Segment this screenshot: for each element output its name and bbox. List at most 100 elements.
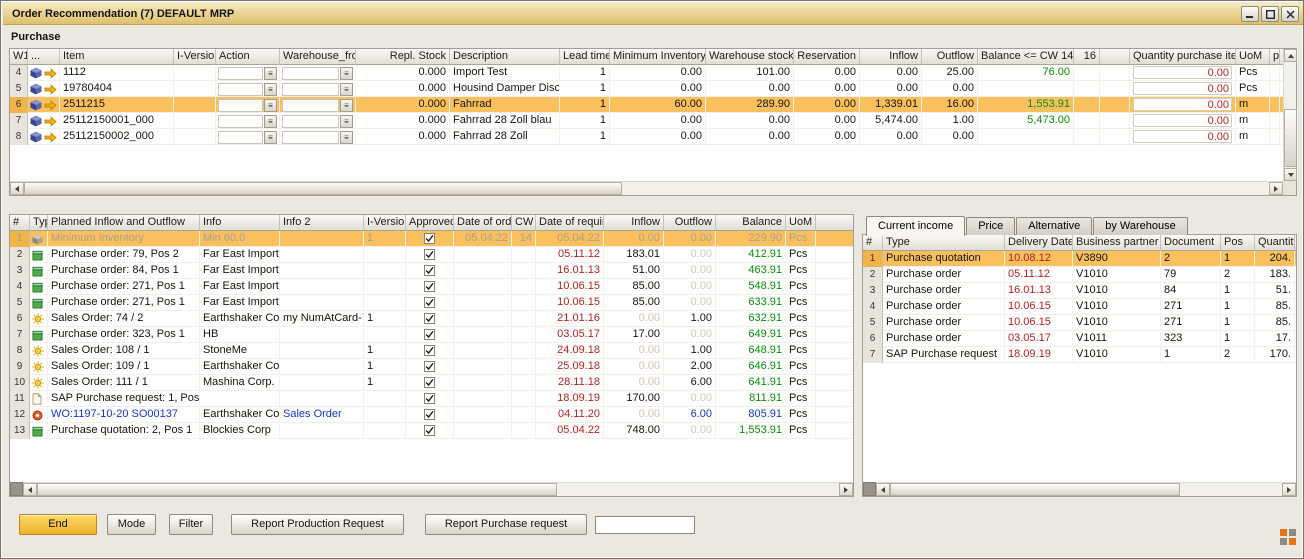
- maximize-button[interactable]: [1261, 6, 1279, 22]
- column-header-outflow[interactable]: Outflow: [664, 215, 716, 231]
- column-header-planned-document[interactable]: Planned Inflow and Outflow: [48, 215, 200, 231]
- column-header-balance[interactable]: Balance <= CW 14: [978, 49, 1074, 65]
- horizontal-scroll-thumb[interactable]: [24, 182, 622, 195]
- quantity-input[interactable]: 0.00: [1133, 130, 1232, 143]
- column-header-row-number[interactable]: #: [863, 235, 883, 251]
- tab-price[interactable]: Price: [966, 217, 1015, 235]
- planned-row[interactable]: 5Purchase order: 271, Pos 1Far East Impo…: [10, 295, 853, 311]
- action-choose-button[interactable]: ≡: [264, 115, 277, 128]
- warehouse-from-input[interactable]: [282, 115, 339, 128]
- action-choose-button[interactable]: ≡: [264, 83, 277, 96]
- scroll-left-button[interactable]: [23, 483, 37, 496]
- quantity-input[interactable]: 0.00: [1133, 66, 1232, 79]
- column-header-uom[interactable]: UoM: [786, 215, 816, 231]
- end-button[interactable]: End: [19, 514, 97, 535]
- column-header-date-of-requirement[interactable]: Date of requirement: [536, 215, 604, 231]
- planned-row[interactable]: 2Purchase order: 79, Pos 2Far East Impor…: [10, 247, 853, 263]
- warehouse-from-input[interactable]: [282, 67, 339, 80]
- planned-row[interactable]: 11SAP Purchase request: 1, Pos 218.09.19…: [10, 391, 853, 407]
- planned-horizontal-scrollbar[interactable]: [23, 482, 853, 496]
- window-titlebar[interactable]: Order Recommendation (7) DEFAULT MRP: [3, 3, 1303, 25]
- scroll-left-button[interactable]: [876, 483, 890, 496]
- approved-checkbox[interactable]: [424, 393, 435, 404]
- approved-checkbox[interactable]: [424, 345, 435, 356]
- mode-button[interactable]: Mode: [107, 514, 156, 535]
- approved-checkbox[interactable]: [424, 265, 435, 276]
- planned-row[interactable]: 6Sales Order: 74 / 2Earthshaker Cormy Nu…: [10, 311, 853, 327]
- report-production-request-button[interactable]: Report Production Request: [231, 514, 404, 535]
- planned-row[interactable]: 12WO:1197-10-20 SO00137Earthshaker CorSa…: [10, 407, 853, 423]
- column-header-i-version[interactable]: I-Version: [364, 215, 406, 231]
- column-header-warehouse-stock[interactable]: Warehouse stock: [706, 49, 794, 65]
- scroll-down-button[interactable]: [1284, 168, 1297, 181]
- item-row[interactable]: 519780404≡≡0.000Housind Damper Disc M10.…: [10, 81, 1283, 97]
- column-header-type-icon[interactable]: Typ: [30, 215, 48, 231]
- income-row[interactable]: 7SAP Purchase request18.09.19V101012170.: [863, 347, 1296, 363]
- action-input[interactable]: [218, 115, 263, 128]
- planned-row[interactable]: 1Minimum InventoryMin 60.0105.04.221405.…: [10, 231, 853, 247]
- warehouse-from-input[interactable]: [282, 131, 339, 144]
- layout-grid-icon[interactable]: [1280, 529, 1296, 545]
- column-header-business-partner[interactable]: Business partner: [1073, 235, 1161, 251]
- column-header-info2[interactable]: Info 2: [280, 215, 364, 231]
- approved-checkbox[interactable]: [424, 409, 435, 420]
- column-header-repl-stock[interactable]: Repl. Stock: [356, 49, 450, 65]
- column-header-cw[interactable]: CW: [512, 215, 536, 231]
- action-choose-button[interactable]: ≡: [264, 131, 277, 144]
- column-header-balance[interactable]: Balance: [716, 215, 786, 231]
- filter-button[interactable]: Filter: [169, 514, 213, 535]
- minimize-button[interactable]: [1241, 6, 1259, 22]
- quantity-input[interactable]: 0.00: [1133, 82, 1232, 95]
- items-vertical-scrollbar[interactable]: [1283, 49, 1296, 181]
- action-input[interactable]: [218, 83, 263, 96]
- column-header-outflow[interactable]: Outflow: [922, 49, 978, 65]
- item-row[interactable]: 825112150002_000≡≡0.000Fahrrad 28 Zoll10…: [10, 129, 1283, 145]
- column-header-pos[interactable]: Pos: [1221, 235, 1255, 251]
- column-header-info[interactable]: Info: [200, 215, 280, 231]
- vertical-scroll-thumb[interactable]: [1284, 109, 1297, 167]
- warehouse-from-choose-button[interactable]: ≡: [340, 99, 353, 112]
- action-choose-button[interactable]: ≡: [264, 99, 277, 112]
- report-purchase-request-button[interactable]: Report Purchase request: [425, 514, 587, 535]
- income-horizontal-scrollbar[interactable]: [876, 482, 1296, 496]
- quantity-input[interactable]: 0.00: [1133, 98, 1232, 111]
- approved-checkbox[interactable]: [424, 281, 435, 292]
- scroll-left-button[interactable]: [10, 182, 24, 195]
- column-header-item-code[interactable]: Item: [60, 49, 174, 65]
- column-header-item-icons[interactable]: ...: [28, 49, 60, 65]
- footer-text-input[interactable]: [595, 516, 695, 534]
- warehouse-from-choose-button[interactable]: ≡: [340, 115, 353, 128]
- planned-row[interactable]: 13Purchase quotation: 2, Pos 1Blockies C…: [10, 423, 853, 439]
- tab-current-income[interactable]: Current income: [866, 216, 965, 236]
- close-button[interactable]: [1281, 6, 1299, 22]
- approved-checkbox[interactable]: [424, 425, 435, 436]
- income-row[interactable]: 2Purchase order05.11.12V1010792183.: [863, 267, 1296, 283]
- column-header-lead-time[interactable]: Lead time: [560, 49, 610, 65]
- warehouse-from-choose-button[interactable]: ≡: [340, 67, 353, 80]
- item-row[interactable]: 62511215≡≡0.000Fahrrad160.00289.900.001,…: [10, 97, 1283, 113]
- income-row[interactable]: 1Purchase quotation10.08.12V389021204.: [863, 251, 1296, 267]
- income-row[interactable]: 5Purchase order10.06.15V1010271185.: [863, 315, 1296, 331]
- column-header-inflow[interactable]: Inflow: [604, 215, 664, 231]
- column-header-type[interactable]: Type: [883, 235, 1005, 251]
- column-header-cw-16[interactable]: 16: [1074, 49, 1100, 65]
- approved-checkbox[interactable]: [424, 249, 435, 260]
- approved-checkbox[interactable]: [424, 361, 435, 372]
- column-header-quantity[interactable]: Quantity purchase item: [1130, 49, 1236, 65]
- column-header-row-number[interactable]: W15: [10, 49, 28, 65]
- column-header-uom[interactable]: UoM: [1236, 49, 1270, 65]
- scroll-right-button[interactable]: [1269, 182, 1283, 195]
- column-header-gap[interactable]: [1100, 49, 1130, 65]
- approved-checkbox[interactable]: [424, 377, 435, 388]
- quantity-input[interactable]: 0.00: [1133, 114, 1232, 127]
- action-input[interactable]: [218, 131, 263, 144]
- planned-row[interactable]: 4Purchase order: 271, Pos 1Far East Impo…: [10, 279, 853, 295]
- action-input[interactable]: [218, 99, 263, 112]
- tab-by-warehouse[interactable]: by Warehouse: [1093, 217, 1188, 235]
- column-header-reservation[interactable]: Reservation: [794, 49, 860, 65]
- column-header-warehouse-from[interactable]: Warehouse_from: [280, 49, 356, 65]
- planned-row[interactable]: 7Purchase order: 323, Pos 1HB03.05.1717.…: [10, 327, 853, 343]
- column-header-row-number[interactable]: #: [10, 215, 30, 231]
- approved-checkbox[interactable]: [424, 329, 435, 340]
- scroll-up-button[interactable]: [1284, 49, 1297, 62]
